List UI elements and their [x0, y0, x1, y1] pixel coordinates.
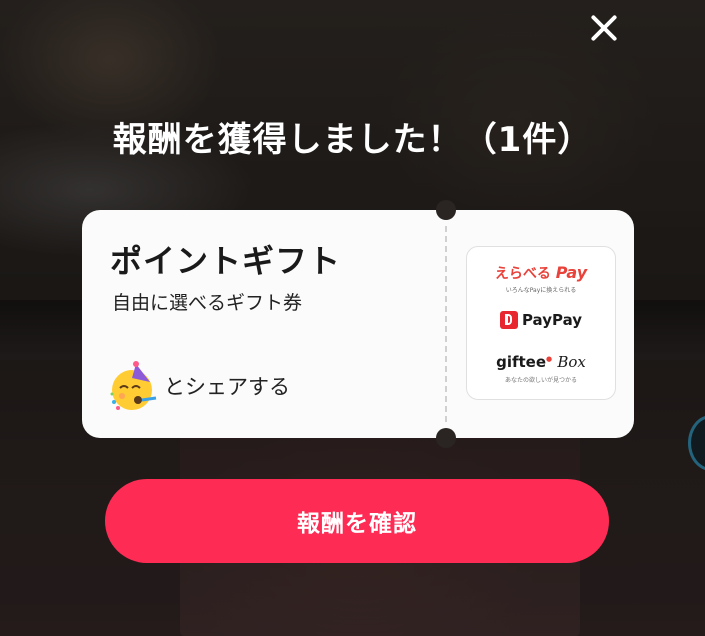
giftee-box-logo: giftee● Box [496, 353, 586, 371]
gift-title: ポイントギフト [110, 242, 342, 280]
brand-logos-panel: えらべる Pay いろんなPayに換えられる PayPay giftee● Bo… [466, 246, 616, 400]
ticket-notch-bottom [436, 428, 456, 448]
reward-ticket-card[interactable]: ポイントギフト 自由に選べるギフト券 とシェアする えらべる Pay いろんなP… [82, 200, 634, 448]
close-icon[interactable] [584, 8, 624, 48]
paypay-logo: PayPay [467, 311, 615, 329]
erabel-pay-logo: えらべる Pay [494, 263, 588, 282]
gift-subtitle: 自由に選べるギフト券 [112, 292, 303, 314]
share-label: とシェアする [164, 375, 290, 399]
erabel-pay-tagline: いろんなPayに換えられる [505, 287, 577, 294]
share-button[interactable]: とシェアする [106, 356, 290, 416]
giftee-box-tagline: あなたの欲しいが見つかる [504, 377, 577, 384]
party-face-icon [106, 358, 162, 414]
confirm-reward-button[interactable]: 報酬を確認 [105, 479, 609, 563]
ticket-perforation [445, 226, 447, 422]
ticket-notch-top [436, 200, 456, 220]
paypay-icon [499, 311, 518, 329]
modal-title: 報酬を獲得しました！（1件） [112, 120, 593, 160]
